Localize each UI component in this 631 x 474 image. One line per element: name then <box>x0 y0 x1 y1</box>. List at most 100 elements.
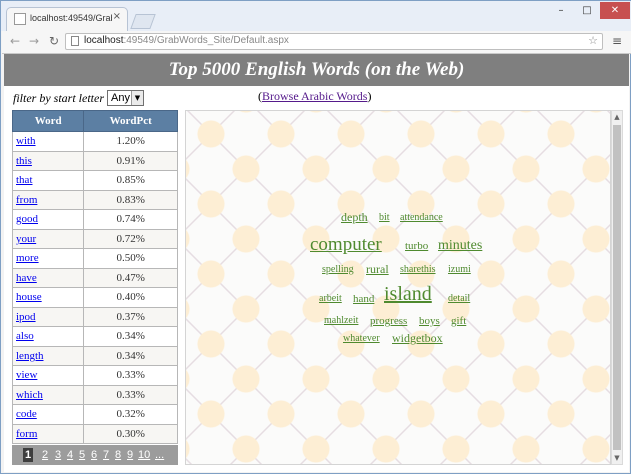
pager-link[interactable]: 5 <box>79 448 85 462</box>
cloud-word-link[interactable]: minutes <box>438 238 482 254</box>
wordpct-cell: 0.37% <box>83 306 178 327</box>
scroll-up-icon[interactable]: ▲ <box>612 111 622 123</box>
new-tab-button[interactable] <box>130 14 156 29</box>
word-cell: your <box>11 228 85 249</box>
cloud-word-link[interactable]: boys <box>419 315 440 327</box>
word-link[interactable]: from <box>16 194 37 206</box>
browser-tab[interactable]: localhost:49549/GrabWor × <box>6 7 128 31</box>
url-text[interactable]: localhost:49549/GrabWords_Site/Default.a… <box>84 35 289 46</box>
header-word[interactable]: Word <box>11 110 85 132</box>
table-row: with 1.20% <box>11 131 178 152</box>
browse-arabic-link[interactable]: Browse Arabic Words <box>262 89 367 103</box>
start-letter-select[interactable]: Any ▼ <box>107 90 144 106</box>
filter-label: filter by start letter <box>13 91 104 105</box>
word-link[interactable]: which <box>16 389 43 401</box>
word-link[interactable]: also <box>16 330 34 342</box>
start-letter-value: Any <box>111 92 130 104</box>
word-cell: from <box>11 189 85 210</box>
cloud-word-link[interactable]: sharethis <box>400 264 436 275</box>
table-row: code 0.32% <box>11 404 178 425</box>
cloud-word-link[interactable]: whatever <box>343 333 380 344</box>
cloud-word-link[interactable]: hand <box>353 293 374 305</box>
cloud-word-link[interactable]: spelling <box>322 264 354 275</box>
word-link[interactable]: house <box>16 291 42 303</box>
pager-link[interactable]: 2 <box>42 448 48 462</box>
table-row: that 0.85% <box>11 170 178 191</box>
scroll-thumb[interactable] <box>613 125 621 450</box>
tab-title: localhost:49549/GrabWor <box>30 13 112 23</box>
wordpct-cell: 1.20% <box>83 131 178 152</box>
minimize-button[interactable]: – <box>548 2 574 19</box>
word-link[interactable]: form <box>16 428 37 440</box>
word-link[interactable]: with <box>16 135 36 147</box>
wordpct-cell: 0.50% <box>83 248 178 269</box>
cloud-word-link[interactable]: depth <box>341 210 368 225</box>
pager-link[interactable]: ... <box>155 448 164 462</box>
word-link[interactable]: ipod <box>16 311 36 323</box>
word-cell: with <box>11 131 85 152</box>
address-bar[interactable]: localhost:49549/GrabWords_Site/Default.a… <box>65 33 603 50</box>
close-window-button[interactable]: ✕ <box>600 2 630 19</box>
word-link[interactable]: view <box>16 369 37 381</box>
word-cell: form <box>11 423 85 444</box>
word-link[interactable]: that <box>16 174 33 186</box>
bookmark-star-icon[interactable]: ☆ <box>588 34 598 47</box>
pager-link[interactable]: 4 <box>67 448 73 462</box>
cloud-word-link[interactable]: rural <box>366 262 389 277</box>
pager-link[interactable]: 10 <box>138 448 150 462</box>
cloud-word-link[interactable]: attendance <box>400 212 443 223</box>
wordpct-cell: 0.91% <box>83 150 178 171</box>
header-wordpct[interactable]: WordPct <box>83 110 178 132</box>
word-link[interactable]: your <box>16 233 36 245</box>
wordpct-cell: 0.33% <box>83 384 178 405</box>
wordpct-cell: 0.32% <box>83 404 178 425</box>
table-row: this 0.91% <box>11 150 178 171</box>
menu-icon[interactable]: ≡ <box>612 34 622 48</box>
word-link[interactable]: good <box>16 213 38 225</box>
word-cell: which <box>11 384 85 405</box>
chevron-down-icon: ▼ <box>131 91 143 105</box>
cloud-word-link[interactable]: mahlzeit <box>324 315 358 326</box>
cloud-word-link[interactable]: computer <box>310 234 382 256</box>
reload-icon[interactable]: ↻ <box>49 34 59 48</box>
cloud-word-link[interactable]: turbo <box>405 240 428 252</box>
cloud-word-link[interactable]: gift <box>451 315 466 327</box>
word-cell: view <box>11 365 85 386</box>
tab-close-icon[interactable]: × <box>113 11 121 22</box>
cloud-word-link[interactable]: widgetbox <box>392 331 443 346</box>
pager-link[interactable]: 7 <box>103 448 109 462</box>
maximize-button[interactable]: □ <box>574 2 600 19</box>
scroll-down-icon[interactable]: ▼ <box>612 452 622 464</box>
pager-link[interactable]: 9 <box>127 448 133 462</box>
word-link[interactable]: code <box>16 408 37 420</box>
word-link[interactable]: this <box>16 155 32 167</box>
table-row: have 0.47% <box>11 267 178 288</box>
cloud-word-link[interactable]: bit <box>379 212 390 223</box>
back-arrow-icon[interactable]: ← <box>10 34 20 48</box>
cloud-scrollbar[interactable]: ▲ ▼ <box>611 110 623 465</box>
word-link[interactable]: more <box>16 252 39 264</box>
word-link[interactable]: have <box>16 272 37 284</box>
pager-link[interactable]: 3 <box>55 448 61 462</box>
table-row: ipod 0.37% <box>11 306 178 327</box>
table-row: view 0.33% <box>11 365 178 386</box>
cloud-word-link[interactable]: arbeit <box>319 293 342 304</box>
table-pager: 1 2 3 4 5 6 7 8 9 10... <box>12 445 178 465</box>
pager-link[interactable]: 6 <box>91 448 97 462</box>
page-title: Top 5000 English Words (on the Web) <box>4 54 629 86</box>
wordpct-cell: 0.74% <box>83 209 178 230</box>
cloud-word-link[interactable]: detail <box>448 293 470 304</box>
forward-arrow-icon[interactable]: → <box>29 34 39 48</box>
word-cell: this <box>11 150 85 171</box>
cloud-word-link[interactable]: island <box>384 283 432 306</box>
word-link[interactable]: length <box>16 350 44 362</box>
cloud-word-link[interactable]: izumi <box>448 264 471 275</box>
wordpct-cell: 0.47% <box>83 267 178 288</box>
wordpct-cell: 0.72% <box>83 228 178 249</box>
page-viewport: Top 5000 English Words (on the Web) filt… <box>4 54 629 472</box>
pager-link[interactable]: 8 <box>115 448 121 462</box>
wordpct-cell: 0.34% <box>83 326 178 347</box>
cloud-word-link[interactable]: progress <box>370 315 407 327</box>
words-table: Word WordPct with 1.20% this 0.91% that 0.85%… <box>11 110 178 444</box>
table-row: length 0.34% <box>11 345 178 366</box>
